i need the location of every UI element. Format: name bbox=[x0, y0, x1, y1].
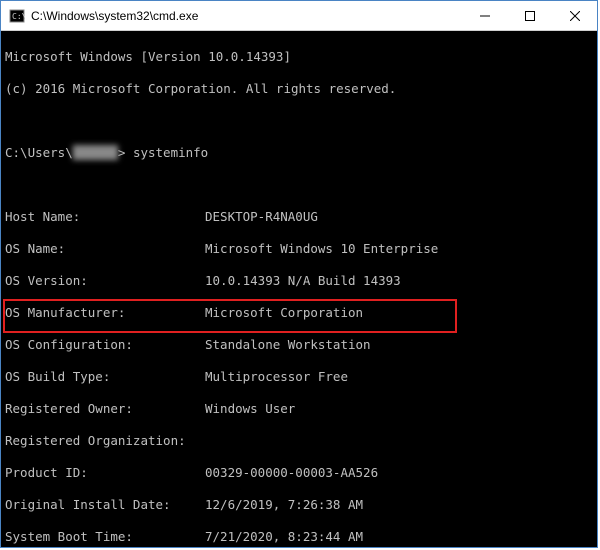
header-line-2: (c) 2016 Microsoft Corporation. All righ… bbox=[5, 81, 593, 97]
row-os-version: OS Version:10.0.14393 N/A Build 14393 bbox=[5, 273, 593, 289]
label-host-name: Host Name: bbox=[5, 209, 205, 225]
blank-line bbox=[5, 177, 593, 193]
row-os-configuration: OS Configuration:Standalone Workstation bbox=[5, 337, 593, 353]
value-os-build-type: Multiprocessor Free bbox=[205, 369, 593, 385]
value-product-id: 00329-00000-00003-AA526 bbox=[205, 465, 593, 481]
value-host-name: DESKTOP-R4NA0UG bbox=[205, 209, 593, 225]
label-registered-owner: Registered Owner: bbox=[5, 401, 205, 417]
label-product-id: Product ID: bbox=[5, 465, 205, 481]
value-os-name: Microsoft Windows 10 Enterprise bbox=[205, 241, 593, 257]
row-os-name: OS Name:Microsoft Windows 10 Enterprise bbox=[5, 241, 593, 257]
prompt-prefix: C:\Users\ bbox=[5, 145, 73, 160]
value-original-install: 12/6/2019, 7:26:38 AM bbox=[205, 497, 593, 513]
row-registered-owner: Registered Owner:Windows User bbox=[5, 401, 593, 417]
window-controls bbox=[462, 1, 597, 30]
window-title: C:\Windows\system32\cmd.exe bbox=[31, 9, 462, 23]
titlebar[interactable]: C:\ C:\Windows\system32\cmd.exe bbox=[1, 1, 597, 31]
row-registered-org: Registered Organization: bbox=[5, 433, 593, 449]
row-os-manufacturer: OS Manufacturer:Microsoft Corporation bbox=[5, 305, 593, 321]
label-registered-org: Registered Organization: bbox=[5, 433, 205, 449]
terminal-output[interactable]: Microsoft Windows [Version 10.0.14393] (… bbox=[1, 31, 597, 547]
row-system-boot: System Boot Time:7/21/2020, 8:23:44 AM bbox=[5, 529, 593, 545]
value-registered-org bbox=[205, 433, 593, 449]
value-system-boot: 7/21/2020, 8:23:44 AM bbox=[205, 529, 593, 545]
header-line-1: Microsoft Windows [Version 10.0.14393] bbox=[5, 49, 593, 65]
close-button[interactable] bbox=[552, 1, 597, 30]
label-os-manufacturer: OS Manufacturer: bbox=[5, 305, 205, 321]
minimize-button[interactable] bbox=[462, 1, 507, 30]
svg-text:C:\: C:\ bbox=[12, 12, 25, 21]
label-os-version: OS Version: bbox=[5, 273, 205, 289]
row-os-build-type: OS Build Type:Multiprocessor Free bbox=[5, 369, 593, 385]
prompt-user-hidden: ██████ bbox=[73, 145, 118, 160]
label-system-boot: System Boot Time: bbox=[5, 529, 205, 545]
maximize-button[interactable] bbox=[507, 1, 552, 30]
prompt-line: C:\Users\██████> systeminfo bbox=[5, 145, 593, 161]
label-original-install: Original Install Date: bbox=[5, 497, 205, 513]
row-original-install: Original Install Date:12/6/2019, 7:26:38… bbox=[5, 497, 593, 513]
row-host-name: Host Name:DESKTOP-R4NA0UG bbox=[5, 209, 593, 225]
row-product-id: Product ID:00329-00000-00003-AA526 bbox=[5, 465, 593, 481]
label-os-configuration: OS Configuration: bbox=[5, 337, 205, 353]
value-os-version: 10.0.14393 N/A Build 14393 bbox=[205, 273, 593, 289]
label-os-name: OS Name: bbox=[5, 241, 205, 257]
value-os-manufacturer: Microsoft Corporation bbox=[205, 305, 593, 321]
cmd-icon: C:\ bbox=[9, 8, 25, 24]
value-os-configuration: Standalone Workstation bbox=[205, 337, 593, 353]
label-os-build-type: OS Build Type: bbox=[5, 369, 205, 385]
prompt-suffix: > bbox=[118, 145, 133, 160]
cmd-window: C:\ C:\Windows\system32\cmd.exe Microsof… bbox=[0, 0, 598, 548]
value-registered-owner: Windows User bbox=[205, 401, 593, 417]
blank-line bbox=[5, 113, 593, 129]
command-text: systeminfo bbox=[133, 145, 208, 160]
